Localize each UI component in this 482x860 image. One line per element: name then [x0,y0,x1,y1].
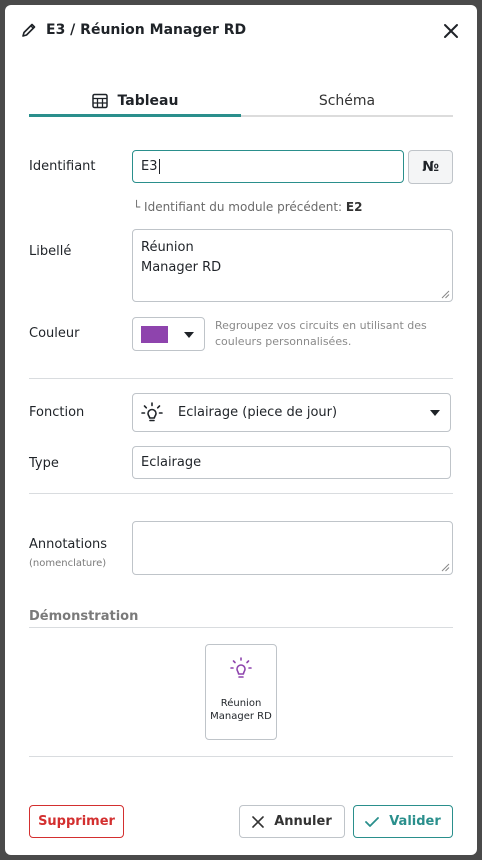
type-value: Eclairage [141,455,202,470]
previous-id-value: E2 [345,200,363,214]
couleur-label: Couleur [29,326,80,341]
chevron-down-icon [430,410,440,416]
color-picker[interactable] [132,317,205,351]
previous-id-hint-text: └ Identifiant du module précédent: [133,200,346,214]
section-divider [29,627,453,628]
close-icon [444,24,458,38]
demo-section-title: Démonstration [29,609,139,624]
circuit-edit-dialog: E3 / Réunion Manager RD Tableau Schéma I… [5,5,477,855]
fonction-label: Fonction [29,405,85,420]
identifiant-input[interactable]: E3 [132,150,404,183]
resize-handle-icon[interactable] [441,290,450,299]
delete-button[interactable]: Supprimer [29,805,124,838]
close-button[interactable] [437,17,465,45]
annotations-textarea[interactable] [132,521,453,575]
cancel-button[interactable]: Annuler [239,805,345,838]
libelle-line-2: Manager RD [141,260,222,275]
check-icon [365,816,380,827]
type-input[interactable]: Eclairage [132,446,451,479]
libelle-label: Libellé [29,244,72,259]
divider [29,493,453,494]
identifiant-value: E3 [141,159,158,174]
color-swatch [141,326,168,343]
annotations-sublabel: (nomenclature) [29,558,107,569]
tab-schema-label: Schéma [318,93,376,109]
identifiant-label: Identifiant [29,159,96,174]
pencil-icon [22,23,36,37]
annotations-label: Annotations [29,537,108,552]
dialog-title: E3 / Réunion Manager RD [46,22,247,38]
close-icon [252,815,265,828]
previous-id-hint: └ Identifiant du module précédent: E2 [133,200,362,214]
tab-active-indicator [29,114,241,117]
text-caret [158,159,160,174]
tab-tableau[interactable]: Tableau [29,85,241,117]
validate-button-label: Valider [389,814,441,829]
tab-tableau-label: Tableau [117,93,179,109]
cancel-button-label: Annuler [274,814,332,829]
lightbulb-icon [230,657,252,678]
number-button[interactable]: № [408,150,453,184]
table-icon [91,93,108,109]
type-label: Type [29,456,59,471]
resize-handle-icon[interactable] [441,563,450,572]
fonction-select[interactable]: Eclairage (piece de jour) [132,393,451,432]
libelle-line-1: Réunion [141,240,194,255]
tab-schema[interactable]: Schéma [241,85,453,117]
lightbulb-icon [141,401,163,421]
fonction-value: Eclairage (piece de jour) [178,405,338,420]
libelle-textarea[interactable]: Réunion Manager RD [132,229,453,302]
chevron-down-icon [184,332,194,338]
divider [29,756,453,757]
demo-module-label: Réunion Manager RD [210,698,272,722]
delete-button-label: Supprimer [38,814,115,829]
color-help-text: Regroupez vos circuits en utilisant des … [215,319,427,348]
demo-module-card[interactable]: Réunion Manager RD [205,644,277,740]
validate-button[interactable]: Valider [353,805,453,838]
divider [29,378,453,379]
